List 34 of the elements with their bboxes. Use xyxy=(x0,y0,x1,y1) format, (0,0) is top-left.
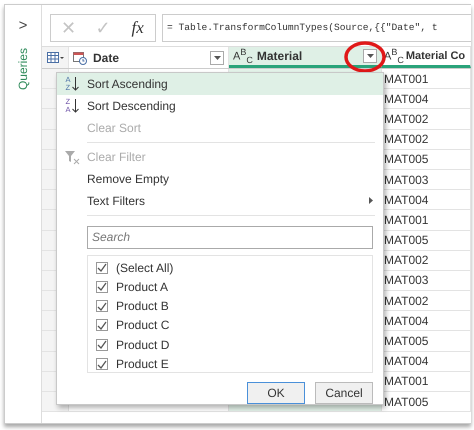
submenu-arrow-icon xyxy=(369,197,373,204)
column-name: Material Co xyxy=(406,50,466,62)
value-item[interactable]: (Select All) xyxy=(96,258,364,278)
clear-filter-icon xyxy=(64,148,80,165)
search-field[interactable]: Search xyxy=(87,226,373,249)
menu-item[interactable]: Remove Empty xyxy=(57,168,383,190)
cancel-button[interactable]: Cancel xyxy=(315,382,373,404)
menu-item[interactable]: Text Filters xyxy=(57,190,383,212)
caret-icon xyxy=(366,54,374,58)
column-header[interactable]: A$^{B}$$_{C}$ Material xyxy=(229,47,382,68)
checkbox[interactable] xyxy=(96,300,108,312)
value-item[interactable]: Product A xyxy=(96,277,364,297)
value-item[interactable]: Product E xyxy=(96,354,364,374)
highlight-circle xyxy=(343,40,387,74)
checkbox[interactable] xyxy=(96,358,108,370)
column-name: Date xyxy=(93,50,120,64)
column-name: Material xyxy=(256,49,304,63)
value-item[interactable]: Product D xyxy=(96,335,364,354)
value-item[interactable]: Product B xyxy=(96,296,364,316)
checkbox[interactable] xyxy=(96,280,108,293)
checkbox[interactable] xyxy=(96,262,108,274)
table-icon[interactable] xyxy=(47,52,65,64)
value-item[interactable]: Product C xyxy=(96,316,364,336)
queries-label: Queries xyxy=(16,48,30,90)
filter-dropdown-button[interactable] xyxy=(210,50,224,64)
formula-field[interactable]: = Table.TransformColumnTypes(Source,{{"Date", t xyxy=(162,14,471,42)
checkbox[interactable] xyxy=(96,338,108,351)
filter-dropdown-button[interactable] xyxy=(363,49,377,63)
expand-button[interactable]: > xyxy=(14,17,32,34)
calendar-clock-icon xyxy=(73,50,87,64)
column-header[interactable]: Date xyxy=(69,47,229,68)
checkbox[interactable] xyxy=(96,319,108,332)
ok-button[interactable]: OK xyxy=(247,382,305,404)
caret-icon xyxy=(214,56,220,60)
